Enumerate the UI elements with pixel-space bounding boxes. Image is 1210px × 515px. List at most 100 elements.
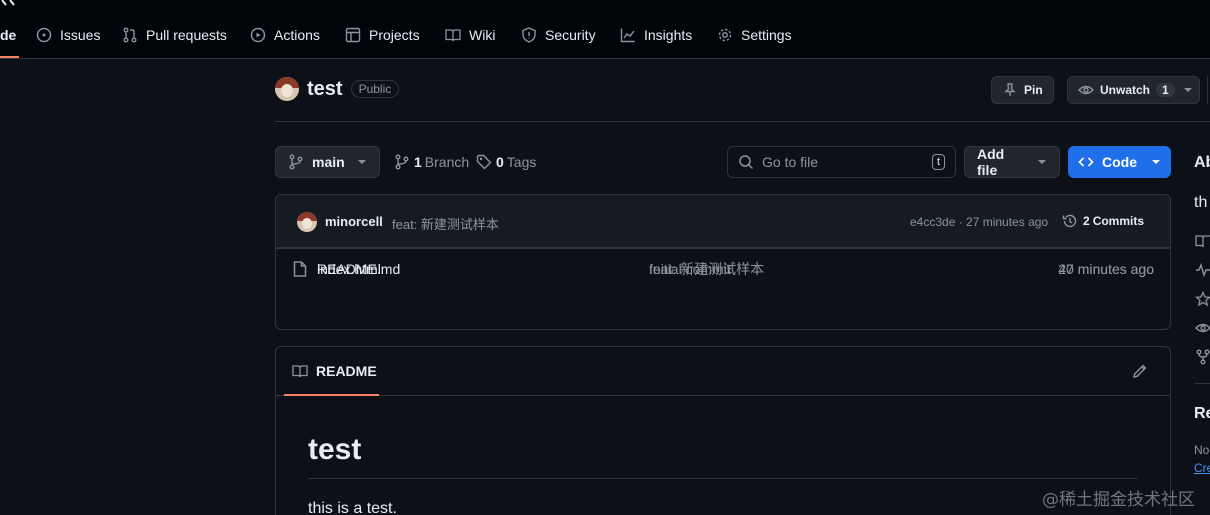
tab-settings-label: Settings (741, 27, 792, 43)
tab-issues[interactable]: Issues (36, 24, 100, 46)
visibility-badge: Public (350, 80, 400, 98)
graph-icon (620, 27, 644, 43)
book-icon (292, 363, 316, 379)
play-icon (250, 27, 274, 43)
about-description: th (1194, 194, 1208, 211)
tab-pull-requests[interactable]: Pull requests (122, 24, 227, 46)
commits-link[interactable]: 2 Commits (1062, 213, 1144, 229)
pin-button[interactable]: Pin (991, 76, 1054, 104)
tab-issues-label: Issues (60, 27, 101, 43)
gear-icon (717, 27, 741, 43)
about-heading: Ab (1194, 154, 1210, 171)
table-row[interactable]: index.html feat: 新建测试样本 27 minutes ago (276, 248, 1170, 289)
commit-author[interactable]: minorcell (325, 214, 383, 229)
repo-name[interactable]: test (307, 78, 343, 101)
commits-label: Commits (1092, 214, 1145, 228)
tab-code-label: de (0, 27, 17, 43)
tab-wiki[interactable]: Wiki (445, 24, 495, 46)
pin-label: Pin (1024, 83, 1043, 97)
fork-icon[interactable] (1195, 349, 1210, 365)
code-label: Code (1102, 154, 1137, 170)
table-icon (345, 27, 369, 43)
chevron-down-icon (357, 159, 367, 165)
readme-panel: README test this is a test. (275, 346, 1171, 515)
branch-name: main (312, 154, 345, 170)
search-icon (738, 154, 754, 170)
tag-count: 0 (496, 154, 504, 170)
tab-wiki-label: Wiki (469, 27, 496, 43)
chevron-down-icon (1037, 159, 1047, 165)
sidebar-divider (1195, 383, 1210, 384)
tab-actions[interactable]: Actions (250, 24, 320, 46)
tab-pull-requests-label: Pull requests (146, 27, 227, 43)
avatar[interactable] (297, 212, 317, 232)
tab-actions-label: Actions (274, 27, 320, 43)
unwatch-button[interactable]: Unwatch 1 (1067, 76, 1200, 104)
tab-insights[interactable]: Insights (620, 24, 692, 46)
no-releases-text: No (1194, 443, 1210, 457)
tags-link[interactable]: 0 Tags (476, 154, 536, 170)
code-button[interactable]: Code (1068, 146, 1171, 178)
tag-icon (476, 154, 492, 170)
go-to-file-input[interactable]: Go to file t (727, 146, 956, 178)
header-divider (275, 121, 1210, 122)
logo-fragment (0, 0, 30, 6)
book-icon[interactable] (1195, 233, 1210, 249)
tab-code-underline (0, 56, 19, 58)
pull-request-icon (122, 27, 146, 43)
file-name[interactable]: index.html (317, 261, 381, 277)
branches-link[interactable]: 1 Branch (394, 154, 469, 170)
branch-selector[interactable]: main (275, 146, 380, 178)
pencil-icon[interactable] (1132, 363, 1148, 379)
watch-count: 1 (1156, 83, 1175, 97)
tab-readme[interactable]: README (284, 347, 379, 396)
eye-icon[interactable] (1195, 320, 1210, 336)
watermark: @稀土掘金技术社区 (1042, 490, 1195, 510)
add-file-button[interactable]: Add file (964, 146, 1060, 178)
branch-label: Branch (424, 154, 470, 170)
star-icon[interactable] (1195, 291, 1210, 307)
readme-heading: test (308, 433, 362, 466)
commits-count: 2 (1083, 214, 1090, 228)
readme-header: README (276, 347, 1170, 396)
commit-hash-time[interactable]: e4cc3de · 27 minutes ago (910, 215, 1048, 229)
history-icon (1062, 213, 1078, 229)
file-icon (293, 261, 307, 277)
avatar[interactable] (275, 77, 299, 101)
repo-header: test Public (275, 77, 400, 101)
readme-body: this is a test. (308, 500, 397, 515)
tab-projects-label: Projects (369, 27, 420, 43)
add-file-label: Add file (977, 146, 1005, 178)
create-release-link[interactable]: Cre (1194, 461, 1210, 475)
unwatch-label: Unwatch (1100, 83, 1151, 97)
readme-tab-label: README (316, 362, 377, 379)
tab-security-label: Security (545, 27, 596, 43)
issue-icon (36, 27, 60, 43)
chevron-down-icon (1151, 159, 1161, 165)
tab-security[interactable]: Security (521, 24, 596, 46)
releases-heading[interactable]: Re (1194, 405, 1210, 423)
commit-message[interactable]: feat: 新建测试样本 (392, 214, 499, 233)
shield-icon (521, 27, 545, 43)
readme-divider (308, 478, 1138, 479)
eye-icon (1078, 82, 1100, 98)
branch-count: 1 (414, 154, 422, 170)
latest-commit-bar: minorcell feat: 新建测试样本 e4cc3de · 27 minu… (276, 195, 1170, 248)
chevron-down-icon (1183, 87, 1199, 93)
branch-icon (288, 154, 304, 170)
repo-nav-bar: de Issues Pull requests Actions Projects… (0, 0, 1210, 59)
keyboard-shortcut: t (931, 154, 945, 170)
book-icon (445, 27, 469, 43)
tag-label: Tags (506, 154, 537, 170)
activity-icon[interactable] (1195, 262, 1210, 278)
search-placeholder: Go to file (762, 154, 819, 170)
tab-projects[interactable]: Projects (345, 24, 420, 46)
tab-code[interactable]: de (0, 24, 16, 46)
code-icon (1078, 154, 1094, 170)
file-commit-message[interactable]: feat: 新建测试样本 (649, 259, 764, 279)
branch-icon (394, 154, 410, 170)
tab-settings[interactable]: Settings (717, 24, 792, 46)
tab-insights-label: Insights (644, 27, 693, 43)
file-time: 27 minutes ago (1058, 261, 1154, 277)
pin-icon (1002, 82, 1024, 98)
